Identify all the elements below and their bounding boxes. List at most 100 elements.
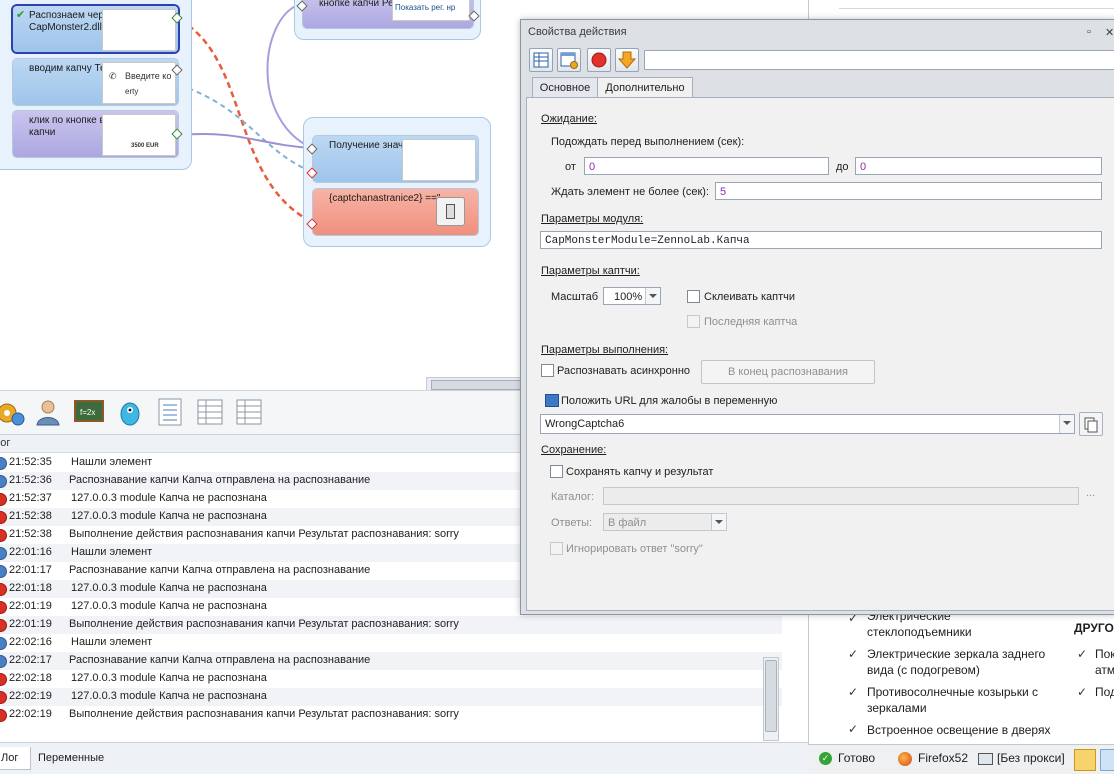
- properties-button[interactable]: [529, 48, 553, 72]
- log-row[interactable]: 22:02:16 Нашли элемент: [0, 634, 782, 652]
- error-icon: [0, 493, 7, 506]
- log-row[interactable]: 22:02:17 Распознавание капчи Капча отправ…: [0, 652, 782, 670]
- phone-icon: ✆: [109, 71, 117, 81]
- log-message: 127.0.0.3 module Капча не распознана: [71, 510, 267, 522]
- chevron-down-icon: [1059, 415, 1074, 433]
- gears-icon[interactable]: [0, 397, 26, 427]
- grid-icon: [533, 52, 549, 68]
- table-icon[interactable]: [234, 397, 264, 427]
- section-wait: Ожидание:: [541, 113, 597, 125]
- tab-advanced[interactable]: Дополнительно: [597, 77, 693, 99]
- wait-element-label: Ждать элемент не более (сек):: [551, 186, 709, 198]
- scale-select[interactable]: 100%: [603, 287, 661, 305]
- bug-monster-icon[interactable]: [115, 397, 145, 427]
- thumb-button: Показать рег. нр: [395, 3, 456, 12]
- variable-select[interactable]: WrongCaptcha6: [540, 414, 1075, 434]
- screenshot-icon[interactable]: [1074, 749, 1096, 771]
- node-condition[interactable]: {captchanastranice2} ==": [313, 189, 478, 235]
- error-icon: [0, 529, 7, 542]
- switch-icon: [436, 197, 465, 226]
- save-icon: [545, 394, 559, 407]
- window-icon[interactable]: [1100, 749, 1114, 771]
- node-enter-captcha[interactable]: вводим капчу Телефона в поле ✆ Введите к…: [13, 59, 178, 105]
- log-time: 22:02:18: [9, 672, 52, 684]
- tab-label: Основное: [539, 82, 591, 94]
- thumb-label: Введите ко: [125, 71, 172, 81]
- chevron-down-icon: [711, 514, 726, 530]
- info-icon: [0, 565, 7, 578]
- list-icon[interactable]: [155, 397, 185, 427]
- user-icon[interactable]: [33, 397, 63, 427]
- async-label: Распознавать асинхронно: [557, 365, 691, 377]
- close-icon[interactable]: ✕: [1105, 26, 1114, 39]
- error-icon: [0, 511, 7, 524]
- log-message: Нашли элемент: [71, 636, 153, 648]
- async-checkbox[interactable]: [541, 364, 554, 377]
- status-browser[interactable]: Firefox52: [918, 751, 968, 765]
- check-icon: ✓: [848, 647, 859, 661]
- ignore-sorry-checkbox[interactable]: [550, 542, 563, 555]
- feature-item: Противосолнечные козырьки с зеркалами: [867, 685, 1039, 715]
- log-time: 22:02:17: [9, 654, 52, 666]
- copy-icon: [1084, 417, 1098, 433]
- tab-label: Переменные: [38, 752, 105, 764]
- settings-button[interactable]: [557, 48, 581, 72]
- maximize-icon[interactable]: ▫: [1087, 26, 1091, 38]
- divider: [839, 8, 1114, 9]
- thumb-value: erty: [125, 87, 139, 96]
- table-icon[interactable]: [195, 397, 225, 427]
- complaint-url-label: Положить URL для жалобы в переменную: [561, 395, 778, 407]
- log-row[interactable]: 22:02:18 127.0.0.3 module Капча не распоз…: [0, 670, 782, 688]
- action-name-input[interactable]: [644, 50, 1114, 70]
- feature-item: Электрические зеркала заднего вида (с по…: [867, 647, 1046, 677]
- log-message: Нашли элемент: [71, 456, 153, 468]
- log-row[interactable]: 22:01:19 Выполнение действия распознавани…: [0, 616, 782, 634]
- catalog-input[interactable]: [603, 487, 1079, 505]
- save-captcha-label: Сохранять капчу и результат: [566, 466, 714, 478]
- answers-select[interactable]: В файл: [603, 513, 727, 531]
- node-recognize[interactable]: ✔ Распознаем через CapMonster2.dll: [13, 6, 178, 52]
- log-time: 22:02:16: [9, 636, 52, 648]
- wait-to-input[interactable]: 0: [855, 157, 1102, 175]
- module-params-input[interactable]: CapMonsterModule=ZennoLab.Капча: [540, 231, 1102, 249]
- last-captcha-checkbox[interactable]: [687, 315, 700, 328]
- node-click-vinkod[interactable]: клик по кнопке винкода после капчи 3500 …: [13, 111, 178, 157]
- check-circle-icon: ✓: [819, 752, 832, 765]
- log-header-title: Лог: [0, 437, 11, 449]
- error-icon: [0, 601, 7, 614]
- log-row[interactable]: 22:02:19 127.0.0.3 module Капча не распоз…: [0, 688, 782, 706]
- info-icon: [0, 547, 7, 560]
- wait-from-input[interactable]: 0: [584, 157, 829, 175]
- move-down-button[interactable]: [615, 48, 639, 72]
- browse-button[interactable]: ...: [1086, 487, 1095, 499]
- variable-value: WrongCaptcha6: [545, 418, 625, 430]
- node-get-value[interactable]: Получение значения [innertext]: [313, 136, 478, 182]
- stop-button[interactable]: [587, 48, 611, 72]
- chalkboard-icon[interactable]: f=2x: [74, 397, 104, 427]
- node-regnomer[interactable]: кнопке капчи Регномера Показать рег. нр: [303, 0, 473, 28]
- from-label: от: [565, 161, 576, 173]
- to-end-button[interactable]: В конец распознавания: [701, 360, 875, 384]
- glue-captcha-checkbox[interactable]: [687, 290, 700, 303]
- check-icon: ✓: [848, 685, 859, 699]
- info-icon: [0, 637, 7, 650]
- status-proxy[interactable]: [Без прокси]: [997, 751, 1065, 765]
- copy-button[interactable]: [1079, 412, 1103, 436]
- glue-captcha-label: Склеивать каптчи: [704, 291, 796, 303]
- tab-log[interactable]: Лог: [0, 747, 31, 770]
- check-icon: ✔: [16, 9, 26, 21]
- tab-variables[interactable]: Переменные: [30, 747, 112, 769]
- tab-basic[interactable]: Основное: [532, 77, 598, 98]
- log-vertical-scrollbar[interactable]: [763, 657, 779, 741]
- section-execution: Параметры выполнения:: [541, 344, 669, 356]
- answers-value: В файл: [608, 517, 647, 529]
- other-item: Под: [1095, 685, 1114, 699]
- wait-element-input[interactable]: 5: [715, 182, 1102, 200]
- log-message: Выполнение действия распознавания капчи …: [69, 618, 459, 630]
- ignore-sorry-label: Игнорировать ответ "sorry": [566, 543, 703, 555]
- error-icon: [0, 673, 7, 686]
- log-row[interactable]: 22:02:19 Выполнение действия распознавани…: [0, 706, 782, 724]
- scroll-thumb[interactable]: [765, 660, 777, 732]
- scroll-thumb[interactable]: [431, 380, 523, 390]
- save-captcha-checkbox[interactable]: [550, 465, 563, 478]
